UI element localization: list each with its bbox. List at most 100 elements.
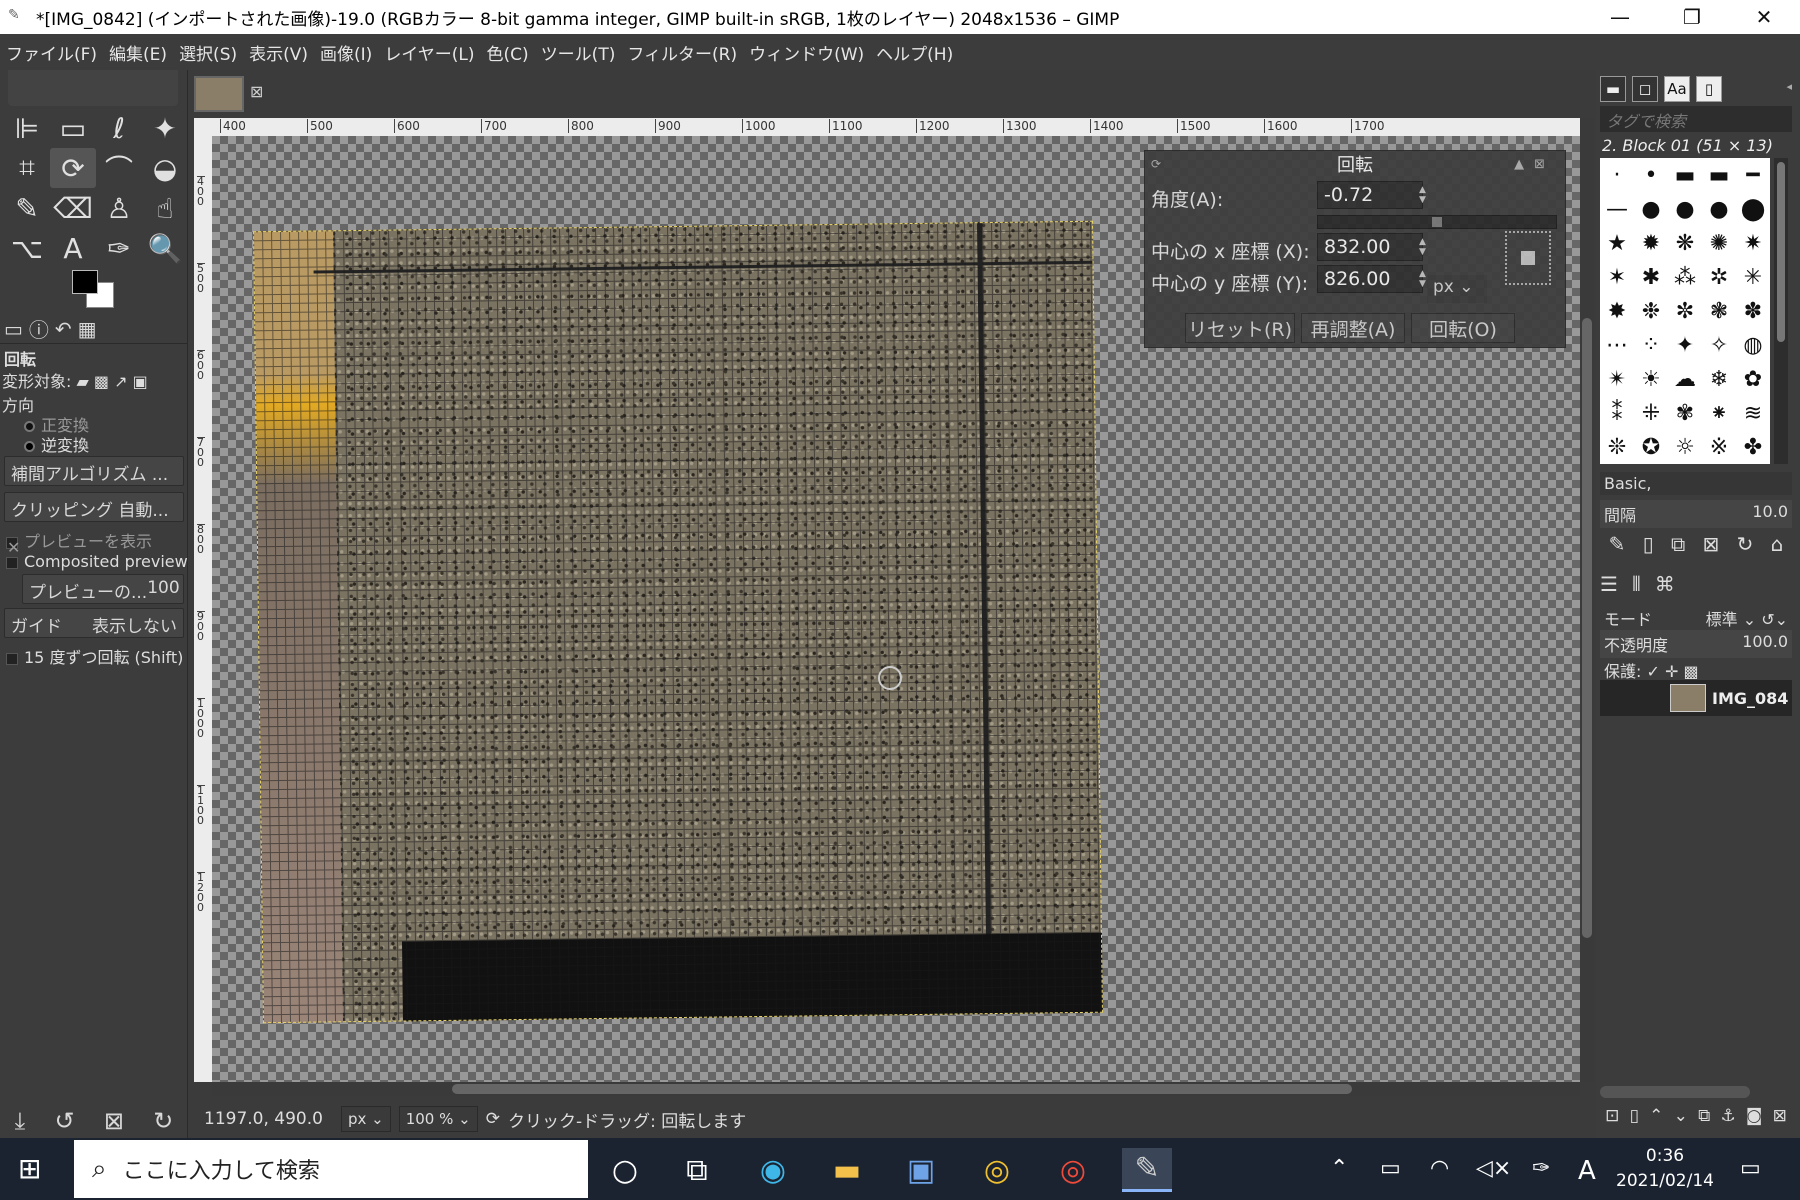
brush-preset-icon[interactable]: ≋ — [1736, 396, 1770, 430]
brush-preset-icon[interactable]: ☀ — [1634, 362, 1668, 396]
brush-preset-icon[interactable]: ✤ — [1736, 430, 1770, 464]
new-layer-icon[interactable]: ▯ — [1630, 1106, 1639, 1126]
brush-preset-icon[interactable]: ✿ — [1736, 362, 1770, 396]
cortana-icon[interactable]: ○ — [600, 1148, 650, 1192]
brush-preset-icon[interactable]: ❃ — [1702, 294, 1736, 328]
maximize-button[interactable]: ❐ — [1656, 0, 1728, 34]
rect-select-icon[interactable]: ▭ — [50, 108, 96, 148]
brush-preset-icon[interactable]: · — [1600, 158, 1634, 192]
wifi-icon[interactable]: ◠ — [1430, 1156, 1449, 1181]
brush-preset-icon[interactable]: ✳ — [1736, 260, 1770, 294]
edge-browser-icon[interactable]: ◉ — [748, 1148, 798, 1192]
minimize-button[interactable]: — — [1584, 0, 1656, 34]
images-tab-icon[interactable]: ▦ — [78, 317, 97, 341]
snap-15-checkbox[interactable] — [6, 652, 18, 665]
ime-indicator[interactable]: A — [1578, 1156, 1596, 1186]
menu-layer[interactable]: レイヤー(L) — [384, 40, 474, 65]
reset-options-icon[interactable]: ↻ — [153, 1107, 173, 1135]
tray-overflow-icon[interactable]: ⌃ — [1330, 1156, 1348, 1181]
brush-preset-icon[interactable]: ⁘ — [1634, 328, 1668, 362]
lower-layer-icon[interactable]: ⌄ — [1674, 1106, 1688, 1126]
align-tool-icon[interactable]: ⊫ — [4, 108, 50, 148]
angle-slider[interactable] — [1317, 215, 1557, 229]
foreground-color-swatch[interactable] — [72, 270, 98, 294]
channels-tab-icon[interactable]: ⦀ — [1632, 572, 1641, 596]
save-options-icon[interactable]: ⤓ — [15, 1107, 26, 1135]
brush-preset-icon[interactable]: ✱ — [1634, 260, 1668, 294]
brush-preset-icon[interactable]: ⁜ — [1634, 396, 1668, 430]
close-button[interactable]: ✕ — [1728, 0, 1800, 34]
windows-start-icon[interactable]: ⊞ — [18, 1152, 50, 1185]
brush-preset-icon[interactable]: ● — [1668, 192, 1702, 226]
angle-slider-knob[interactable] — [1432, 217, 1442, 227]
pivot-center-icon[interactable] — [1521, 251, 1535, 265]
composited-preview-option[interactable]: Composited preview — [0, 552, 188, 571]
free-select-icon[interactable]: ℓ — [96, 108, 142, 148]
duplicate-layer-icon[interactable]: ⧉ — [1698, 1106, 1710, 1126]
patterns-tab-icon[interactable]: ◻ — [1632, 76, 1658, 102]
horizontal-ruler[interactable]: 400 500 600 700 800 900 1000 1100 1200 1300 1400 15… — [212, 118, 1580, 136]
color-picker-icon[interactable]: ✑ — [96, 228, 142, 268]
brush-preset-icon[interactable]: ✴ — [1600, 362, 1634, 396]
taskbar-search-box[interactable]: ⌕ ここに入力して検索 — [74, 1140, 588, 1198]
anchor-layer-icon[interactable]: ⚓ — [1720, 1106, 1735, 1126]
angle-spin-arrows-icon[interactable]: ▲ ▼ — [1419, 185, 1426, 205]
brush-grid[interactable]: · • ▬ ▬ ━ — ● ● ● ⬤ ★ ✹ ❋ ✺ ✷ ✶ ✱ ⁂ ✲ ✳ ✸ ❉ ✼ ❃ ✽ ⋯ ⁘ ✦ ✧ ◍ ✴ ☀ ☁ ❄ ✿ ⁑ ⁜ ✾ ⁕ ≋… — [1600, 158, 1770, 464]
zoom-combo[interactable]: 100 % ⌄ — [398, 1106, 478, 1132]
bucket-fill-icon[interactable]: ◒ — [142, 148, 188, 188]
opacity-slider[interactable]: 不透明度 100.0 — [1600, 630, 1792, 658]
zoom-tool-icon[interactable]: 🔍 — [142, 228, 188, 268]
brush-preset-icon[interactable]: ✦ — [1668, 328, 1702, 362]
layers-tab-icon[interactable]: ☰ — [1600, 572, 1618, 596]
brush-preset-icon[interactable]: ❉ — [1634, 294, 1668, 328]
brush-preset-icon[interactable]: ✲ — [1702, 260, 1736, 294]
brush-preset-icon[interactable]: ▬ — [1702, 158, 1736, 192]
brush-preset-icon[interactable]: ◍ — [1736, 328, 1770, 362]
brush-preset-icon[interactable]: ⁂ — [1668, 260, 1702, 294]
image-tab-close-icon[interactable]: ⊠ — [250, 82, 263, 101]
brush-preset-icon[interactable]: ❋ — [1668, 226, 1702, 260]
composited-preview-checkbox[interactable] — [6, 556, 18, 569]
open-brush-icon[interactable]: ⌂ — [1771, 532, 1784, 556]
menu-image[interactable]: 画像(I) — [320, 40, 372, 65]
brush-preset-icon[interactable]: ⁕ — [1702, 396, 1736, 430]
mask-layer-icon[interactable]: ◙ — [1746, 1106, 1763, 1126]
brush-preset-icon[interactable]: ✧ — [1702, 328, 1736, 362]
paintbrush-icon[interactable]: ✎ — [4, 188, 50, 228]
brush-preset-icon[interactable]: ✪ — [1634, 430, 1668, 464]
menu-edit[interactable]: 編集(E) — [109, 40, 167, 65]
menu-file[interactable]: ファイル(F) — [6, 40, 97, 65]
horizontal-scrollbar[interactable] — [212, 1082, 1580, 1096]
brush-preset-icon[interactable]: ✸ — [1600, 294, 1634, 328]
guides-combo[interactable]: ガイド 表示しない — [4, 608, 184, 638]
chrome-profile-icon[interactable]: ◎ — [1048, 1148, 1098, 1192]
unit-combo[interactable]: px ⌄ — [340, 1106, 391, 1132]
unit-select[interactable]: px ⌄ — [1427, 275, 1487, 303]
transform-layer-icon[interactable]: ▰ ▩ ↗ ▣ — [77, 372, 148, 391]
forward-radio-icon[interactable] — [24, 421, 35, 432]
restore-options-icon[interactable]: ↺ — [55, 1107, 75, 1135]
brush-preset-icon[interactable]: ● — [1702, 192, 1736, 226]
layers-hscrollbar[interactable] — [1600, 1086, 1750, 1098]
menu-help[interactable]: ヘルプ(H) — [876, 40, 953, 65]
show-preview-checkbox[interactable]: ✕ — [6, 536, 20, 552]
menu-tools[interactable]: ツール(T) — [541, 40, 616, 65]
brush-preset-icon[interactable]: ⋯ — [1600, 328, 1634, 362]
fg-bg-colors[interactable] — [70, 268, 118, 312]
rotated-photo-preview[interactable] — [253, 220, 1103, 1024]
brush-preset-icon[interactable]: ★ — [1600, 226, 1634, 260]
lock-icons[interactable]: ✓ ✛ ▩ — [1647, 662, 1699, 681]
clone-tool-icon[interactable]: ♙ — [96, 188, 142, 228]
brush-preset-icon[interactable]: ※ — [1702, 430, 1736, 464]
brush-scroll-thumb[interactable] — [1777, 162, 1785, 342]
brush-preset-icon[interactable]: ❄ — [1702, 362, 1736, 396]
brush-preset-icon[interactable]: ✷ — [1736, 226, 1770, 260]
brush-preset-icon[interactable]: ☼ — [1668, 430, 1702, 464]
ruler-corner[interactable] — [194, 118, 212, 136]
new-brush-icon[interactable]: ▯ — [1643, 532, 1654, 556]
smudge-tool-icon[interactable]: ☝ — [142, 188, 188, 228]
reset-button[interactable]: リセット(R) — [1185, 313, 1295, 343]
menu-view[interactable]: 表示(V) — [249, 40, 308, 65]
brushes-tab-icon[interactable]: ▬ — [1600, 76, 1626, 102]
center-y-spin-arrows-icon[interactable]: ▲ ▼ — [1419, 269, 1426, 289]
